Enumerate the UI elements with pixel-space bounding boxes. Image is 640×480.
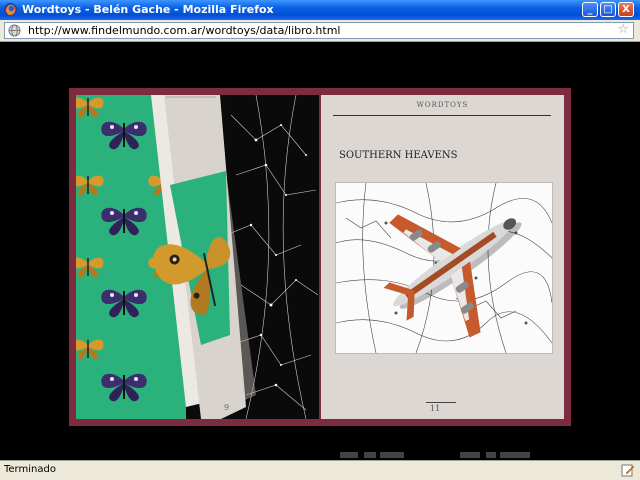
left-page[interactable]: 9 xyxy=(76,95,319,419)
url-text: http://www.findelmundo.com.ar/wordtoys/d… xyxy=(28,24,341,37)
address-bar: http://www.findelmundo.com.ar/wordtoys/d… xyxy=(0,20,640,42)
header-rule xyxy=(333,115,551,116)
minimize-button[interactable]: _ xyxy=(582,2,598,17)
title-bar: Wordtoys - Belén Gache - Mozilla Firefox… xyxy=(0,0,640,20)
window-title: Wordtoys - Belén Gache - Mozilla Firefox xyxy=(22,3,274,16)
status-bar: Terminado xyxy=(0,460,640,480)
firefox-icon xyxy=(3,2,18,17)
edit-icon[interactable] xyxy=(621,463,635,477)
maximize-button[interactable]: □ xyxy=(600,2,616,17)
bookmark-star-icon[interactable]: ☆ xyxy=(617,22,629,37)
site-icon xyxy=(8,24,21,37)
running-head: WORDTOYS xyxy=(416,101,469,109)
page-content: 9 WORDTOYS SOUTHERN HEAVENS 11 xyxy=(0,42,640,460)
turning-page[interactable] xyxy=(76,95,319,419)
footer-rule xyxy=(426,402,456,403)
url-input[interactable]: http://www.findelmundo.com.ar/wordtoys/d… xyxy=(4,22,634,39)
book[interactable]: 9 WORDTOYS SOUTHERN HEAVENS 11 xyxy=(69,88,571,426)
left-page-number: 9 xyxy=(224,403,230,412)
map-illustration xyxy=(335,182,553,354)
right-page[interactable]: WORDTOYS SOUTHERN HEAVENS 11 xyxy=(321,95,564,419)
scrolling-text-fragment xyxy=(340,452,530,458)
close-button[interactable]: X xyxy=(618,2,634,17)
right-page-number: 11 xyxy=(430,404,441,413)
status-text: Terminado xyxy=(4,464,56,475)
page-title: SOUTHERN HEAVENS xyxy=(339,150,458,161)
